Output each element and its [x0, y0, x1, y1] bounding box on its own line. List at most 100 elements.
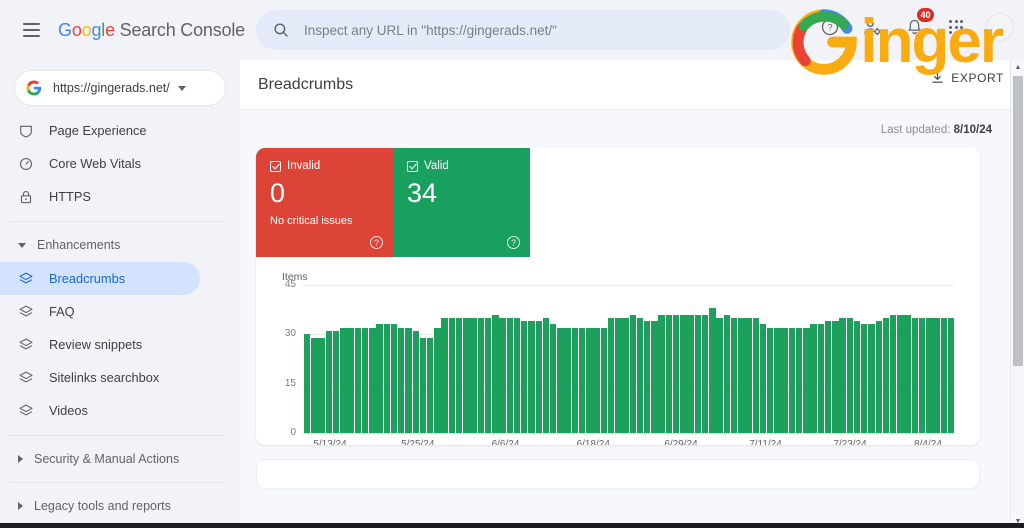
chart-bar[interactable]: [607, 317, 615, 433]
sidebar-section-enhancements[interactable]: Enhancements: [0, 230, 240, 260]
property-selector[interactable]: https://gingerads.net/: [14, 70, 226, 106]
avatar[interactable]: [986, 13, 1014, 41]
chart-bar[interactable]: [484, 317, 492, 433]
chart-bar[interactable]: [839, 317, 846, 433]
chart-bar[interactable]: [832, 321, 839, 433]
chart-bar[interactable]: [441, 317, 448, 433]
chart-bar[interactable]: [781, 327, 788, 433]
chart-bar[interactable]: [759, 324, 767, 433]
chart-bar[interactable]: [738, 317, 745, 433]
scroll-up-arrow-icon[interactable]: ▲: [1011, 60, 1024, 74]
vertical-scrollbar[interactable]: ▲ ▼: [1010, 60, 1024, 528]
chart-bar[interactable]: [361, 327, 369, 433]
chart-bar[interactable]: [369, 327, 376, 433]
chart-bar[interactable]: [549, 324, 557, 433]
chart-bar[interactable]: [723, 314, 731, 433]
chart-plot-area[interactable]: 45 30 15 0: [274, 279, 962, 438]
chart-bar[interactable]: [535, 321, 542, 433]
chart-bar[interactable]: [492, 314, 499, 433]
chart-bar[interactable]: [861, 324, 868, 433]
chart-bar[interactable]: [629, 314, 636, 433]
chart-bar[interactable]: [636, 317, 644, 433]
chart-bar[interactable]: [564, 327, 571, 433]
chart-bar[interactable]: [716, 317, 723, 433]
chart-bar[interactable]: [318, 337, 325, 433]
chart-bar[interactable]: [615, 317, 622, 433]
chart-bar[interactable]: [332, 331, 340, 433]
chart-bar[interactable]: [578, 327, 586, 433]
chart-bar[interactable]: [658, 314, 665, 433]
hamburger-menu-icon[interactable]: [14, 13, 48, 47]
notifications-bell-icon[interactable]: 40: [902, 8, 934, 39]
chart-bar[interactable]: [383, 324, 391, 433]
chart-bar[interactable]: [889, 314, 897, 433]
chart-bar[interactable]: [651, 321, 658, 433]
chart-bar[interactable]: [311, 337, 318, 433]
chart-bar[interactable]: [426, 337, 434, 433]
chart-bar[interactable]: [477, 317, 485, 433]
sidebar-item-core-web-vitals[interactable]: Core Web Vitals: [0, 147, 200, 180]
sidebar-item-breadcrumbs[interactable]: Breadcrumbs: [0, 262, 200, 295]
chart-bar[interactable]: [882, 317, 890, 433]
chart-bar[interactable]: [897, 314, 904, 433]
chart-bar[interactable]: [304, 334, 311, 433]
chart-bar[interactable]: [593, 327, 600, 433]
chart-bar[interactable]: [730, 317, 738, 433]
scrollbar-thumb[interactable]: [1013, 76, 1023, 366]
chart-bar[interactable]: [376, 324, 383, 433]
chart-bar[interactable]: [846, 317, 854, 433]
chart-bar[interactable]: [940, 317, 948, 433]
chart-bar[interactable]: [788, 327, 796, 433]
chart-bar[interactable]: [470, 317, 477, 433]
chart-bar[interactable]: [745, 317, 752, 433]
checkbox-icon[interactable]: [407, 160, 418, 172]
sidebar-section-legacy[interactable]: Legacy tools and reports: [0, 491, 240, 521]
chart-bar[interactable]: [506, 317, 513, 433]
chart-bar[interactable]: [810, 324, 817, 433]
help-circle-icon[interactable]: ?: [507, 236, 520, 249]
chart-bar[interactable]: [680, 314, 687, 433]
chart-bar[interactable]: [513, 317, 521, 433]
chart-bar[interactable]: [405, 327, 412, 433]
chart-bar[interactable]: [542, 317, 550, 433]
search-input[interactable]: Inspect any URL in "https://gingerads.ne…: [304, 23, 557, 38]
chart-bar[interactable]: [911, 317, 919, 433]
chart-bar[interactable]: [672, 314, 680, 433]
chart-bar[interactable]: [622, 317, 629, 433]
chart-bar[interactable]: [817, 324, 825, 433]
chart-bar[interactable]: [354, 327, 362, 433]
chart-bar[interactable]: [918, 317, 926, 433]
status-card-invalid[interactable]: Invalid 0 No critical issues ?: [256, 148, 393, 257]
search-bar[interactable]: Inspect any URL in "https://gingerads.ne…: [256, 10, 790, 50]
export-button[interactable]: EXPORT: [930, 70, 1004, 85]
chart-bar[interactable]: [398, 327, 405, 433]
chart-bar[interactable]: [875, 321, 882, 433]
help-circle-icon[interactable]: ?: [370, 236, 383, 249]
user-settings-icon[interactable]: [860, 15, 884, 39]
sidebar-item-page-experience[interactable]: Page Experience: [0, 114, 200, 147]
status-card-valid[interactable]: Valid 34 ?: [393, 148, 530, 257]
chart-bar[interactable]: [904, 314, 911, 433]
chart-bar[interactable]: [448, 317, 456, 433]
chart-bar[interactable]: [390, 324, 398, 433]
chart-bar[interactable]: [687, 314, 694, 433]
chart-bar[interactable]: [586, 327, 593, 433]
chevron-down-icon[interactable]: [177, 85, 186, 91]
chart-bar[interactable]: [528, 321, 535, 433]
chart-bar[interactable]: [709, 308, 716, 433]
chart-bar[interactable]: [521, 321, 528, 433]
chart-bar[interactable]: [600, 327, 608, 433]
help-icon[interactable]: ?: [818, 15, 842, 39]
chart-bar[interactable]: [419, 337, 427, 433]
chart-bar[interactable]: [347, 327, 354, 433]
chart-bar[interactable]: [947, 317, 955, 433]
sidebar-item-videos[interactable]: Videos: [0, 394, 200, 427]
chart-bar[interactable]: [325, 331, 333, 433]
chart-bar[interactable]: [868, 324, 875, 433]
sidebar-item-https[interactable]: HTTPS: [0, 180, 200, 213]
sidebar-item-sitelinks-searchbox[interactable]: Sitelinks searchbox: [0, 361, 200, 394]
checkbox-icon[interactable]: [270, 160, 281, 172]
apps-grid-icon[interactable]: [944, 15, 968, 39]
chart-bar[interactable]: [340, 327, 347, 433]
chart-bar[interactable]: [752, 317, 759, 433]
